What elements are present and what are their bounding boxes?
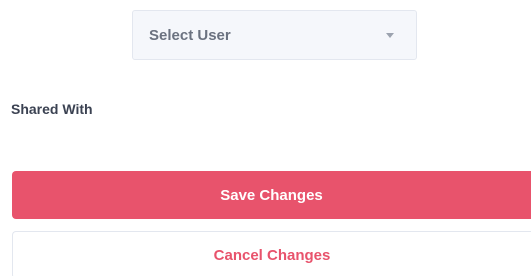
select-user-label: Select User — [149, 26, 231, 44]
shared-with-heading: Shared With — [11, 101, 93, 117]
cancel-changes-button[interactable]: Cancel Changes — [12, 231, 531, 276]
select-user-dropdown[interactable]: Select User — [132, 10, 417, 60]
save-changes-button[interactable]: Save Changes — [12, 171, 531, 219]
chevron-down-icon — [386, 32, 394, 38]
share-settings-panel: Select User Shared With Save Changes Can… — [0, 0, 531, 276]
